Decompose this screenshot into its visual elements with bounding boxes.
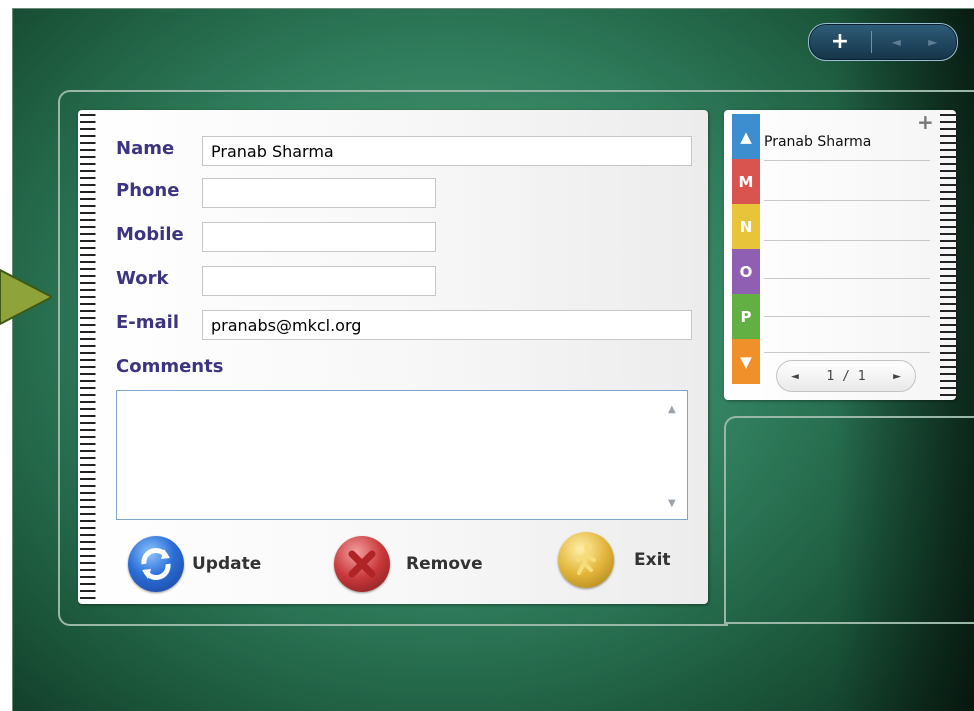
tab-m[interactable]: M (732, 159, 760, 204)
index-row-divider (764, 352, 930, 353)
refresh-icon (128, 536, 184, 592)
toolbar-nav: ◄ ► (872, 35, 957, 49)
pager-next-icon[interactable]: ► (893, 369, 901, 384)
tab-scroll-up[interactable]: ▲ (732, 114, 760, 159)
index-row-divider (764, 278, 930, 279)
delete-icon (334, 536, 390, 592)
work-label: Work (116, 268, 169, 289)
tab-n[interactable]: N (732, 204, 760, 249)
exit-icon (558, 532, 614, 588)
email-input[interactable] (202, 310, 692, 340)
tab-p[interactable]: P (732, 294, 760, 339)
email-label: E-mail (116, 312, 180, 333)
spiral-binding (80, 112, 102, 600)
remove-button[interactable]: Remove (334, 536, 483, 592)
index-panel-frame-top (718, 90, 974, 92)
comments-textarea[interactable] (116, 390, 688, 520)
name-label: Name (116, 138, 175, 159)
work-input[interactable] (202, 266, 436, 296)
pointer-arrow-icon (0, 268, 52, 326)
prev-icon[interactable]: ◄ (892, 35, 901, 49)
tab-scroll-down[interactable]: ▼ (732, 339, 760, 384)
exit-button[interactable]: Exit (558, 532, 671, 588)
next-icon[interactable]: ► (928, 35, 937, 49)
index-pager: ◄ 1 / 1 ► (776, 360, 916, 392)
pager-prev-icon[interactable]: ◄ (791, 369, 799, 384)
scroll-down-icon[interactable]: ▼ (668, 498, 676, 509)
index-row-divider (764, 316, 930, 317)
index-row-divider (764, 200, 930, 201)
top-toolbar: + ◄ ► (808, 23, 958, 61)
phone-input[interactable] (202, 178, 436, 208)
name-input[interactable] (202, 136, 692, 166)
mobile-label: Mobile (116, 224, 184, 245)
exit-label: Exit (634, 550, 671, 570)
comments-label: Comments (116, 356, 224, 377)
update-button[interactable]: Update (128, 536, 261, 592)
mobile-input[interactable] (202, 222, 436, 252)
scroll-up-icon[interactable]: ▲ (668, 404, 676, 415)
index-entry[interactable]: Pranab Sharma (764, 134, 871, 150)
index-row-divider (764, 240, 930, 241)
add-contact-button[interactable]: + (809, 24, 871, 60)
index-add-icon[interactable]: + (917, 110, 934, 134)
pager-status: 1 / 1 (826, 368, 866, 384)
comments-scrollbar[interactable]: ▲ ▼ (662, 392, 686, 518)
index-row-divider (764, 160, 930, 161)
update-label: Update (192, 554, 262, 574)
index-panel-frame (724, 416, 974, 624)
index-spiral-binding (940, 112, 958, 398)
remove-label: Remove (406, 554, 483, 574)
phone-label: Phone (116, 180, 180, 201)
tab-o[interactable]: O (732, 249, 760, 294)
